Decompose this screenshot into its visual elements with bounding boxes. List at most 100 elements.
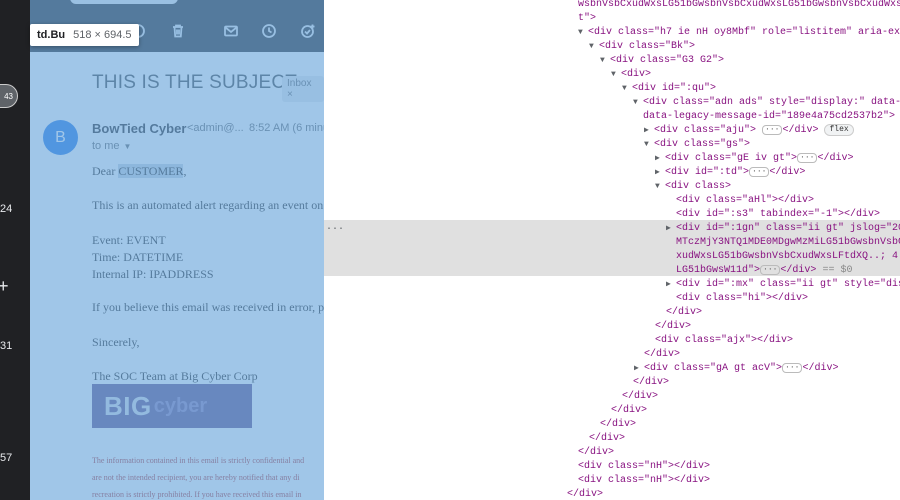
chevron-down-icon[interactable]: ▼: [124, 142, 132, 151]
rail-count-label[interactable]: 57: [0, 452, 30, 464]
dom-line-text: <div id=":mx" class="ii gt" style="disp: [676, 279, 900, 290]
rail-count-label[interactable]: 24: [0, 203, 30, 215]
expanded-triangle-icon[interactable]: ▼: [600, 54, 610, 68]
dom-line-text: </div>: [769, 167, 806, 178]
dom-line[interactable]: ▼ <div id=":qu">: [622, 82, 716, 96]
node-actions-icon[interactable]: ···: [326, 224, 344, 235]
add-task-icon[interactable]: [298, 21, 318, 41]
selected-dom-line[interactable]: xudWxsLG51bGwsbnVsbCxudWxsLFtdXQ..; 4:W: [676, 250, 900, 264]
dom-line-text: <div class>: [665, 181, 732, 192]
message-time: 8:52 AM (6 minu: [249, 122, 324, 134]
expanded-triangle-icon[interactable]: ▼: [622, 82, 632, 96]
rail-plus-icon[interactable]: +: [0, 276, 28, 297]
dom-line-text: </div>: [817, 153, 854, 164]
expanded-triangle-icon[interactable]: ▼: [589, 40, 599, 54]
dom-line-text: <div id=":1gn" class="ii gt" jslog="202: [676, 223, 900, 234]
dom-line[interactable]: wsbnVsbCxudWxsLG51bGwsbnVsbCxudWxsLG51bG…: [578, 0, 900, 12]
dom-line[interactable]: </div>: [589, 432, 625, 446]
devtools-elements-panel: ··· wsbnVsbCxudWxsLG51bGwsbnVsbCxudWxsLG…: [324, 0, 900, 500]
dom-line[interactable]: </div>: [633, 376, 669, 390]
dom-line-text: <div class="aju">: [654, 125, 757, 136]
selected-dom-line[interactable]: LG51bGwsW11d"> ··· </div> == $0: [676, 264, 852, 278]
dom-line[interactable]: ▶ <div id=":td"> ··· </div>: [655, 166, 805, 180]
dom-line[interactable]: ▼ <div class="adn ads" style="display:" d…: [633, 96, 900, 110]
dom-line-text: LG51bGwsW11d">: [676, 265, 761, 276]
dom-line[interactable]: t">: [578, 12, 596, 26]
dom-line[interactable]: <div class="aHl"></div>: [676, 194, 814, 208]
expanded-triangle-icon[interactable]: ▼: [644, 138, 654, 152]
ip-line: Internal IP: IPADDRESS: [92, 267, 214, 281]
expanded-triangle-icon[interactable]: ▼: [633, 96, 643, 110]
tooltip-size: 518 × 694.5: [73, 29, 132, 41]
dom-line[interactable]: </div>: [611, 404, 647, 418]
sender-avatar[interactable]: B: [43, 120, 78, 155]
dom-line-text: <div id=":td">: [665, 167, 750, 178]
expanded-triangle-icon[interactable]: ▼: [578, 26, 588, 40]
dom-line[interactable]: </div>: [567, 488, 603, 500]
rail-count-badge[interactable]: 43: [0, 84, 18, 108]
dom-line-text: <div id=":qu">: [632, 83, 717, 94]
dom-line[interactable]: ▼ <div class>: [655, 180, 731, 194]
dom-line[interactable]: data-legacy-message-id="189e4a75cd2537b2…: [643, 110, 895, 124]
inbox-label-chip[interactable]: Inbox ×: [282, 76, 324, 102]
dom-line[interactable]: ▼ <div class="Bk">: [589, 40, 695, 54]
dom-line[interactable]: <div class="hi"></div>: [676, 292, 808, 306]
ellipsis-icon[interactable]: ···: [782, 363, 803, 373]
collapsed-triangle-icon[interactable]: ▶: [644, 124, 654, 138]
closing-line: Sincerely,: [92, 335, 140, 349]
dom-line[interactable]: </div>: [578, 446, 614, 460]
ellipsis-icon[interactable]: ···: [797, 153, 818, 163]
collapsed-triangle-icon[interactable]: ▶: [666, 222, 676, 236]
dom-line[interactable]: </div>: [666, 306, 702, 320]
greeting-suffix: ,: [183, 164, 187, 178]
mark-unread-icon[interactable]: [221, 21, 241, 41]
disclaimer-line: recreation is strictly prohibited. If yo…: [92, 490, 302, 499]
email-subject: THIS IS THE SUBJECT: [92, 72, 298, 93]
dom-line[interactable]: <div id=":s3" tabindex="-1"></div>: [676, 208, 880, 222]
dom-line-text: </div>: [782, 125, 819, 136]
left-rail: 43 24 + 31 57: [0, 0, 30, 500]
collapsed-triangle-icon[interactable]: ▶: [634, 362, 644, 376]
ellipsis-icon[interactable]: ···: [762, 125, 783, 135]
logo-cyber-text: cyber: [153, 394, 208, 417]
selected-dom-line[interactable]: ▶ <div id=":1gn" class="ii gt" jslog="202: [666, 222, 900, 236]
delete-icon[interactable]: [168, 21, 188, 41]
dom-line[interactable]: ▼ <div class="G3 G2">: [600, 54, 724, 68]
dom-line[interactable]: </div>: [600, 418, 636, 432]
dom-line[interactable]: ▼ <div class="gs">: [644, 138, 750, 152]
sender-email: <admin@...: [187, 122, 244, 134]
collapsed-triangle-icon[interactable]: ▶: [655, 166, 665, 180]
selected-dom-line[interactable]: MTczMjY3NTQ1MDE0MDgwMzMiLG51bGwsbnVsbCx: [676, 236, 900, 250]
sender-name[interactable]: BowTied Cyber: [92, 121, 186, 136]
expanded-triangle-icon[interactable]: ▼: [611, 68, 621, 82]
dom-line-text: </div>: [802, 363, 839, 374]
collapsed-triangle-icon[interactable]: ▶: [666, 278, 676, 292]
body-line: If you believe this email was received i…: [92, 300, 324, 314]
dom-line[interactable]: ▼ <div>: [611, 68, 651, 82]
dom-line[interactable]: </div>: [655, 320, 691, 334]
disclaimer-line: are not the intended recipient, you are …: [92, 473, 300, 482]
collapsed-triangle-icon[interactable]: ▶: [655, 152, 665, 166]
dom-line[interactable]: <div class="ajx"></div>: [655, 334, 793, 348]
recipient-details[interactable]: to me ▼: [92, 140, 131, 152]
flex-badge[interactable]: flex: [824, 124, 854, 136]
dom-line-text: <div class="gs">: [654, 139, 751, 150]
dom-line[interactable]: ▶ <div class="gE iv gt"> ··· </div>: [655, 152, 853, 166]
dom-line[interactable]: <div class="nH"></div>: [578, 460, 710, 474]
snooze-icon[interactable]: [259, 21, 279, 41]
ellipsis-icon[interactable]: ···: [749, 167, 770, 177]
dom-line[interactable]: ▶ <div class="aju"> ··· </div> flex: [644, 124, 854, 138]
dom-line[interactable]: </div>: [644, 348, 680, 362]
ellipsis-icon[interactable]: ···: [760, 265, 781, 275]
rail-count-label[interactable]: 31: [0, 340, 30, 352]
expanded-triangle-icon[interactable]: ▼: [655, 180, 665, 194]
dom-line[interactable]: ▶ <div id=":mx" class="ii gt" style="disp: [666, 278, 900, 292]
dom-line[interactable]: <div class="nH"></div>: [578, 474, 710, 488]
logo-big-text: BIG: [104, 390, 152, 421]
selected-node-marker: == $0: [822, 265, 853, 276]
greeting-line: Dear CUSTOMER,: [92, 164, 186, 179]
dom-line[interactable]: ▼ <div class="h7 ie nH oy8Mbf" role="list…: [578, 26, 900, 40]
dom-line[interactable]: </div>: [622, 390, 658, 404]
toolbar-hover-tab: [70, 0, 178, 4]
dom-line[interactable]: ▶ <div class="gA gt acV"> ··· </div>: [634, 362, 838, 376]
